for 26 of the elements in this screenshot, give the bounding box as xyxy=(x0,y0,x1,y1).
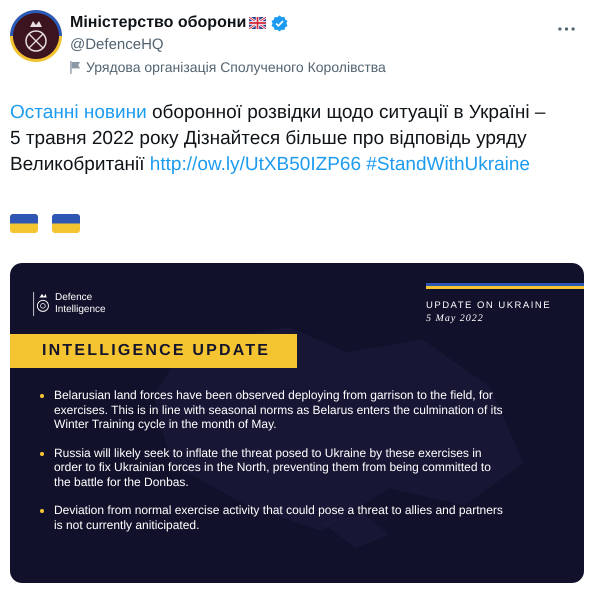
flag-icon xyxy=(52,214,80,233)
bullet-icon xyxy=(40,394,44,398)
update-date: 5 May 2022 xyxy=(426,313,485,324)
crest-icon xyxy=(32,292,52,316)
bullet-icon xyxy=(40,452,44,456)
flag-icon xyxy=(70,60,81,74)
more-icon[interactable] xyxy=(558,27,575,31)
avatar-icon[interactable] xyxy=(10,10,62,62)
account-handle[interactable]: @DefenceHQ xyxy=(70,36,550,53)
org-name: Defence Intelligence xyxy=(55,292,107,316)
card-background[interactable] xyxy=(10,263,584,583)
flag-icon xyxy=(10,214,38,233)
flag-icon xyxy=(249,17,266,29)
bullet-text: Belarusian land forces have been observed deploying from garrison to the field, for exercises. This is in line with seasonal norms as Belarus enters the culmination of its Winter Training cycle in the month of May. xyxy=(54,388,504,432)
tweet-link[interactable]: http://ow.ly/UtXB50IZP66 xyxy=(150,154,362,175)
bullet-text: Deviation from normal exercise activity that could pose a threat to allies and partners is not currently aniticipated. xyxy=(54,503,504,532)
tweet-link[interactable]: #StandWithUkraine xyxy=(366,154,530,175)
intelligence-banner: INTELLIGENCE UPDATE xyxy=(10,334,297,368)
tweet-link[interactable]: Останні новини xyxy=(10,102,147,123)
account-name[interactable]: Міністерство оборони xyxy=(70,14,246,32)
flag-stripe-icon xyxy=(426,283,584,289)
bullet-text: Russia will likely seek to inflate the threat posed to Ukraine by these exercises in order to fix Ukrainian forces in the North, preventing them from being committed to the battle for the Donbas. xyxy=(54,446,492,489)
update-heading: UPDATE ON UKRAINE xyxy=(426,300,552,311)
account-label: Урядова організація Сполученого Королівства xyxy=(86,59,386,75)
tweet-text: Останні новини оборонної розвідки щодо ситуації в Україні – 5 травня 2022 року Дізнайтеся більше про відповідь уряду Великобританії http://ow.ly/UtXB50IZP66 #StandWithUkraine xyxy=(10,101,546,177)
bullet-icon xyxy=(40,509,44,513)
